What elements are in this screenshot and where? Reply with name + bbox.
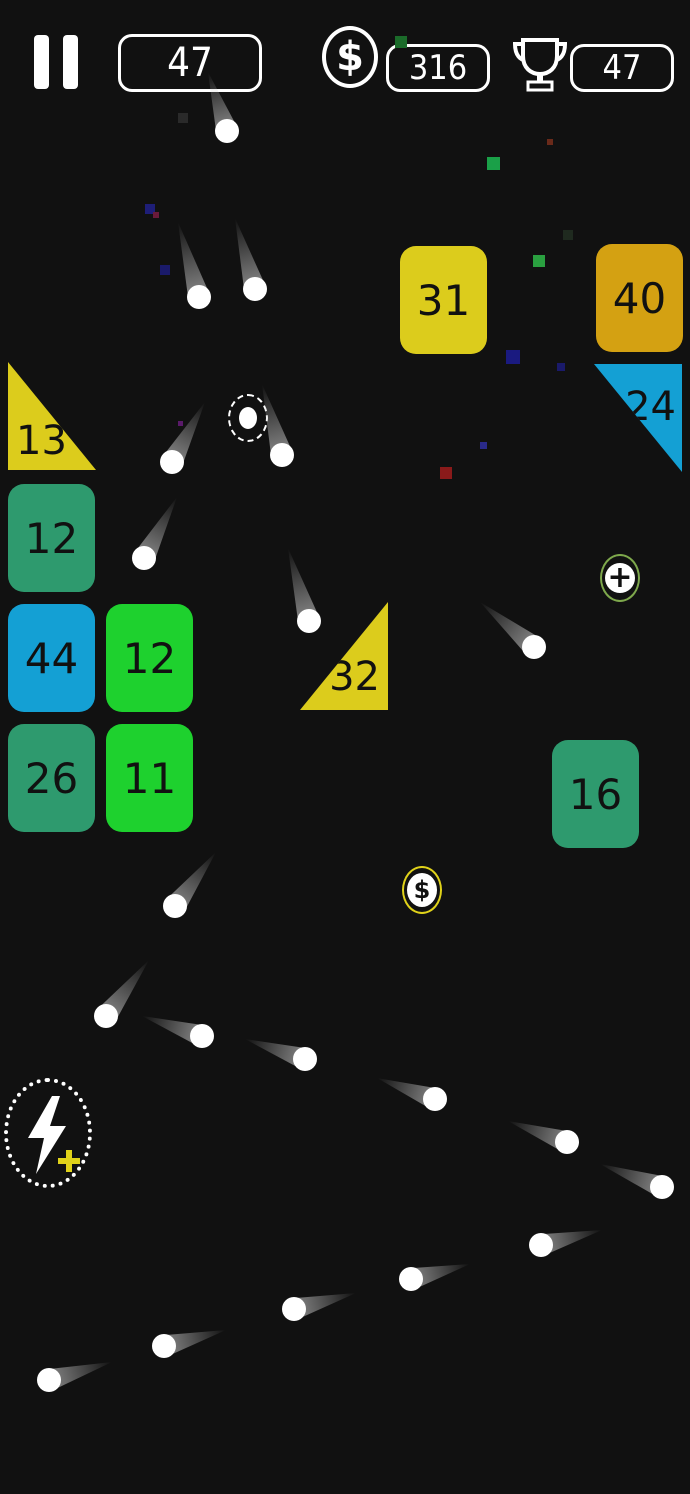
add-ball-pickup: + (600, 554, 640, 602)
ball (293, 1047, 317, 1071)
particle (178, 421, 183, 426)
ball (94, 1004, 118, 1028)
ball (152, 1334, 176, 1358)
particle (480, 442, 487, 449)
ball (270, 443, 294, 467)
brick-40: 40 (596, 244, 683, 352)
particle (178, 113, 188, 123)
brick-11: 11 (106, 724, 193, 832)
ball (282, 1297, 306, 1321)
ball (243, 277, 267, 301)
particle (160, 265, 170, 275)
ball (522, 635, 546, 659)
ball (132, 546, 156, 570)
pause-button[interactable] (34, 35, 80, 89)
particle (506, 350, 520, 364)
dollar-icon: $ (407, 873, 437, 907)
plus-icon: + (605, 563, 635, 593)
coin-counter: 316 (386, 44, 490, 92)
level-value: 47 (167, 40, 213, 86)
particle (395, 36, 407, 48)
brick-31: 31 (400, 246, 487, 354)
ball (555, 1130, 579, 1154)
lightning-plus-icon (28, 1096, 80, 1174)
particle (440, 467, 452, 479)
triangle-brick-24: 24 (594, 364, 682, 472)
ball (529, 1233, 553, 1257)
triangle-brick-13: 13 (8, 362, 96, 470)
best-score-value: 47 (602, 48, 642, 88)
best-score-counter: 47 (570, 44, 674, 92)
particle (557, 363, 565, 371)
particle (153, 212, 159, 218)
level-counter: 47 (118, 34, 262, 92)
brick-44: 44 (8, 604, 95, 712)
ball (160, 450, 184, 474)
particle (533, 255, 545, 267)
ball (650, 1175, 674, 1199)
ball (423, 1087, 447, 1111)
brick-16: 16 (552, 740, 639, 848)
ball (399, 1267, 423, 1291)
particle (563, 230, 573, 240)
ball (215, 119, 239, 143)
particle (547, 139, 553, 145)
ball (187, 285, 211, 309)
pause-icon (34, 35, 80, 89)
ball (297, 609, 321, 633)
brick-26: 26 (8, 724, 95, 832)
brick-12-green: 12 (106, 604, 193, 712)
ball (163, 894, 187, 918)
extra-ball-pickup (228, 394, 268, 442)
speed-boost-button[interactable] (4, 1078, 92, 1188)
coin-pickup: $ (402, 866, 442, 914)
trophy-icon (512, 36, 568, 92)
coin-value: 316 (408, 48, 468, 88)
ball (190, 1024, 214, 1048)
coin-icon: $ (322, 26, 378, 88)
brick-12: 12 (8, 484, 95, 592)
ball (37, 1368, 61, 1392)
particle (487, 157, 500, 170)
